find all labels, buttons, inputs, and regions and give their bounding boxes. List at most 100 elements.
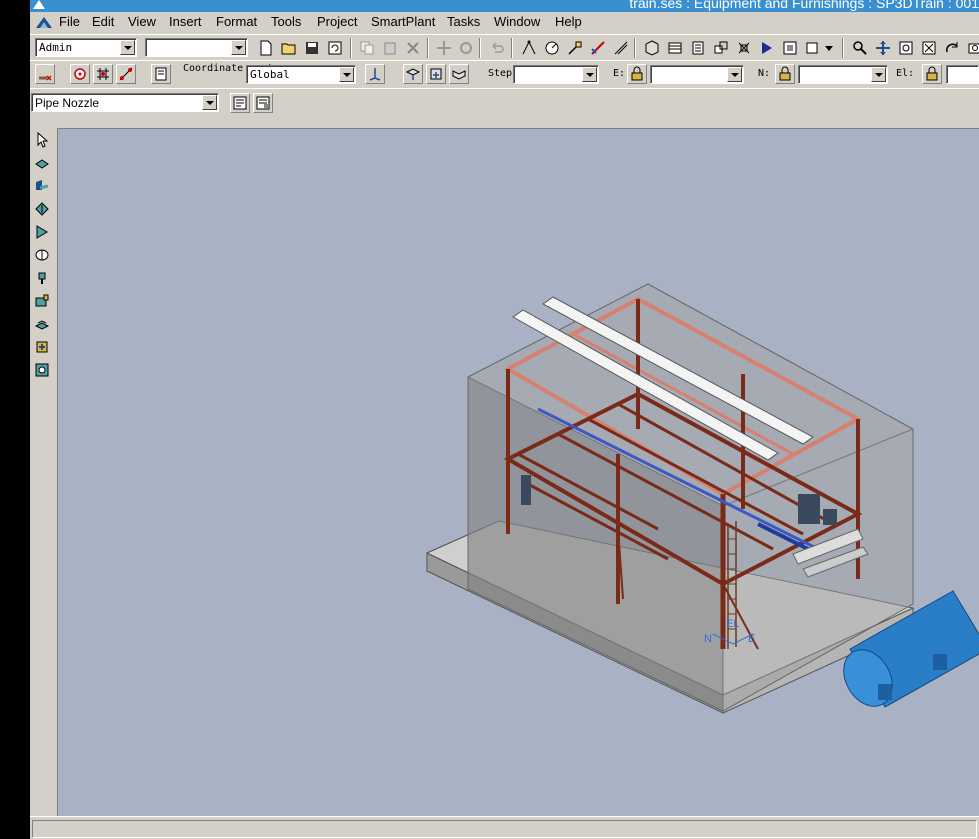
snap-off-icon[interactable] — [35, 64, 55, 84]
properties-icon[interactable] — [230, 93, 250, 113]
lock-icon[interactable] — [922, 64, 942, 84]
menu-insert[interactable]: Insert — [169, 14, 202, 29]
camera-icon[interactable] — [965, 38, 979, 58]
e-label: E: — [613, 68, 626, 79]
toolbar-separator — [842, 38, 844, 58]
rotate-view-icon[interactable] — [942, 38, 962, 58]
undo-icon[interactable] — [487, 38, 507, 58]
compass-el: EL — [726, 618, 739, 630]
el-coordinate-combo[interactable] — [946, 65, 979, 84]
chevron-down-icon[interactable] — [582, 67, 597, 82]
layers-icon[interactable] — [665, 38, 685, 58]
locate-toolbar: Coordinate system: Global Step: E: N: El… — [30, 60, 979, 86]
menu-format[interactable]: Format — [216, 14, 257, 29]
menu-help[interactable]: Help — [555, 14, 582, 29]
view-options-icon[interactable] — [803, 38, 823, 58]
grid-icon[interactable] — [93, 64, 113, 84]
paste-icon[interactable] — [380, 38, 400, 58]
menu-window[interactable]: Window — [494, 14, 540, 29]
place-design-equipment-icon[interactable] — [32, 176, 52, 196]
permission-group-combo[interactable]: Admin — [35, 38, 137, 57]
place-foundation-icon[interactable] — [32, 314, 52, 334]
coordinate-system-combo[interactable]: Global — [246, 65, 356, 84]
toolbar-separator — [511, 38, 513, 58]
select-icon[interactable] — [611, 38, 631, 58]
menu-view[interactable]: View — [128, 14, 156, 29]
plane-xz-icon[interactable] — [426, 64, 446, 84]
menu-smartplant[interactable]: SmartPlant — [371, 14, 435, 29]
chevron-down-icon[interactable] — [822, 38, 836, 58]
save-icon[interactable] — [302, 38, 322, 58]
measure-icon[interactable] — [542, 38, 562, 58]
n-coordinate-combo[interactable] — [798, 65, 888, 84]
menu-edit[interactable]: Edit — [92, 14, 114, 29]
lock-icon[interactable] — [775, 64, 795, 84]
place-component-icon[interactable] — [32, 268, 52, 288]
relative-icon[interactable] — [116, 64, 136, 84]
chevron-down-icon[interactable] — [120, 40, 135, 55]
plane-xy-icon[interactable] — [403, 64, 423, 84]
menu-project[interactable]: Project — [317, 14, 357, 29]
chevron-down-icon[interactable] — [231, 40, 246, 55]
chevron-down-icon[interactable] — [202, 95, 217, 110]
chevron-down-icon[interactable] — [727, 67, 742, 82]
compass-e: E — [748, 633, 755, 645]
e-coordinate-combo[interactable] — [650, 65, 744, 84]
zoom-icon[interactable] — [850, 38, 870, 58]
rotate-icon[interactable] — [456, 38, 476, 58]
compass-n: N — [704, 633, 712, 645]
check-icon[interactable] — [588, 38, 608, 58]
place-cylinder-icon[interactable] — [32, 245, 52, 265]
copy-icon[interactable] — [357, 38, 377, 58]
cube-view-icon[interactable] — [642, 38, 662, 58]
move-icon[interactable] — [434, 38, 454, 58]
menu-tasks[interactable]: Tasks — [447, 14, 480, 29]
permission-group-value: Admin — [39, 41, 73, 54]
new-icon[interactable] — [256, 38, 276, 58]
pan-icon[interactable] — [873, 38, 893, 58]
select-tool-icon[interactable] — [32, 130, 52, 150]
place-view-icon[interactable] — [32, 360, 52, 380]
filter-icon[interactable] — [757, 38, 777, 58]
clip-icon[interactable] — [734, 38, 754, 58]
inspect-icon[interactable] — [565, 38, 585, 58]
lock-icon[interactable] — [627, 64, 647, 84]
title-bar[interactable]: train.ses : Equipment and Furnishings : … — [30, 0, 979, 12]
snap-icon[interactable] — [519, 38, 539, 58]
frame-icon[interactable] — [711, 38, 731, 58]
application-window: train.ses : Equipment and Furnishings : … — [0, 0, 979, 839]
axis-icon[interactable] — [365, 64, 385, 84]
place-nozzle-icon[interactable] — [32, 199, 52, 219]
fit-view-icon[interactable] — [780, 38, 800, 58]
menu-bar: File Edit View Insert Format Tools Proje… — [30, 12, 979, 34]
props-icon[interactable] — [688, 38, 708, 58]
place-equipment-icon[interactable] — [32, 153, 52, 173]
app-menu-icon[interactable] — [35, 14, 53, 30]
chevron-down-icon[interactable] — [871, 67, 886, 82]
status-text — [32, 820, 977, 838]
open-icon[interactable] — [279, 38, 299, 58]
fit-icon[interactable] — [919, 38, 939, 58]
copy-properties-icon[interactable] — [253, 93, 273, 113]
filter-combo[interactable] — [145, 38, 248, 57]
menu-file[interactable]: File — [59, 14, 80, 29]
insert-equipment-icon[interactable] — [32, 337, 52, 357]
properties-icon[interactable] — [151, 64, 171, 84]
main-window: File Edit View Insert Format Tools Proje… — [30, 12, 979, 839]
place-pipe-nozzle-icon[interactable] — [32, 291, 52, 311]
app-icon — [33, 0, 45, 9]
model-scene[interactable]: N E EL — [58, 129, 979, 825]
graphic-view[interactable]: N E EL — [57, 128, 979, 825]
chevron-down-icon[interactable] — [339, 67, 354, 82]
object-type-value: Pipe Nozzle — [35, 96, 100, 110]
toolbar-separator — [350, 38, 352, 58]
zoom-area-icon[interactable] — [896, 38, 916, 58]
pinpoint-icon[interactable] — [70, 64, 90, 84]
delete-icon[interactable] — [403, 38, 423, 58]
plane-yz-icon[interactable] — [449, 64, 469, 84]
refresh-icon[interactable] — [325, 38, 345, 58]
step-combo[interactable] — [513, 65, 599, 84]
menu-tools[interactable]: Tools — [271, 14, 301, 29]
place-shape-icon[interactable] — [32, 222, 52, 242]
object-type-combo[interactable]: Pipe Nozzle — [31, 93, 219, 112]
